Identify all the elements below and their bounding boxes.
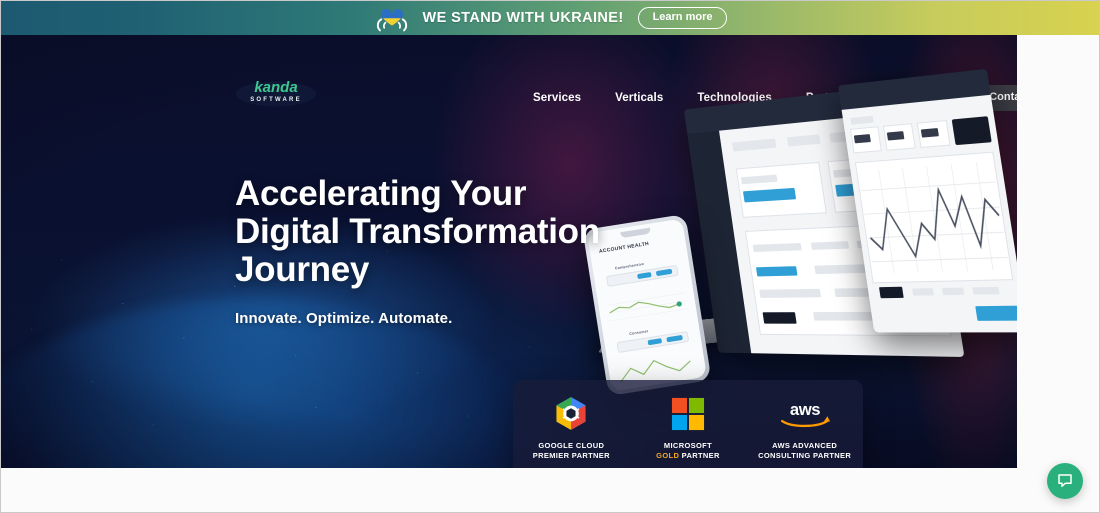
hero-copy: Accelerating Your Digital Transformation…: [235, 175, 655, 327]
microsoft-squares-icon: [671, 394, 705, 434]
phone-section-two-label: Consumer: [629, 329, 649, 336]
site-header: [1, 35, 1017, 91]
microsoft-partner-label: MICROSOFT GOLD PARTNER: [656, 441, 720, 461]
partner-microsoft[interactable]: MICROSOFT GOLD PARTNER: [632, 394, 744, 461]
banner-message: WE STAND WITH UKRAINE!: [423, 10, 624, 26]
hero-headline: Accelerating Your Digital Transformation…: [235, 175, 655, 288]
page-content-below-hero: [1, 468, 1100, 513]
ukraine-support-banner: WE STAND WITH UKRAINE! Learn more: [1, 1, 1100, 35]
heart-hands-ukraine-icon: [375, 3, 409, 33]
partner-google-cloud[interactable]: GOOGLE CLOUD PREMIER PARTNER: [515, 394, 627, 461]
aws-wordmark-icon: aws: [776, 394, 834, 434]
partner-badges-panel: GOOGLE CLOUD PREMIER PARTNER MICROSOFT GOL…: [513, 380, 863, 468]
chat-bubble-icon: [1056, 472, 1074, 490]
chat-widget-button[interactable]: [1047, 463, 1083, 499]
partner-aws[interactable]: aws AWS ADVANCED CONSULTING PARTNER: [749, 394, 861, 461]
banner-learn-more-button[interactable]: Learn more: [638, 7, 728, 29]
svg-text:aws: aws: [790, 400, 820, 419]
page-root: WE STAND WITH UKRAINE! Learn more ACCOUN…: [0, 0, 1100, 513]
google-cloud-hexagon-icon: [551, 394, 591, 434]
aws-partner-label: AWS ADVANCED CONSULTING PARTNER: [758, 441, 851, 461]
hero-section: ACCOUNT HEALTH Comprehensive Consumer ka…: [1, 35, 1017, 468]
google-cloud-partner-label: GOOGLE CLOUD PREMIER PARTNER: [533, 441, 610, 461]
hero-subheadline: Innovate. Optimize. Automate.: [235, 310, 655, 327]
monitor-line-chart: [858, 161, 1010, 274]
